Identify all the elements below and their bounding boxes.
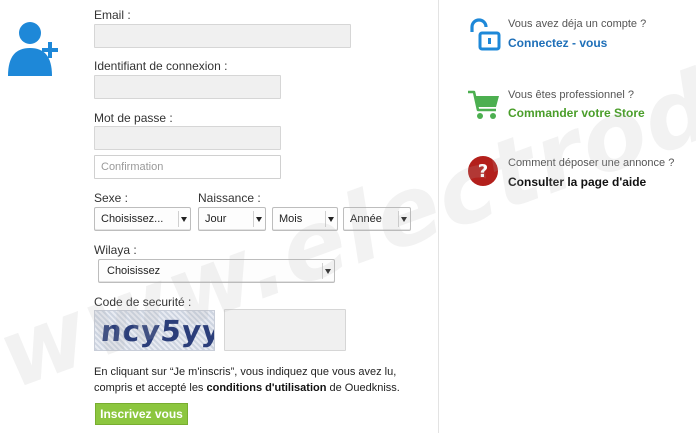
select-separator — [322, 263, 323, 279]
terms-link[interactable]: conditions d'utilisation — [207, 382, 327, 394]
birth-month-value: Mois — [279, 213, 303, 225]
captcha-input[interactable] — [224, 309, 346, 351]
help-page-link[interactable]: Consulter la page d'aide — [508, 175, 646, 189]
login-link[interactable]: Connectez - vous — [508, 36, 607, 50]
select-separator — [253, 211, 254, 227]
chevron-down-icon — [401, 217, 407, 222]
wilaya-select-value: Choisissez — [107, 265, 161, 277]
select-separator — [398, 211, 399, 227]
select-separator — [325, 211, 326, 227]
shopping-cart-icon — [468, 90, 499, 119]
chevron-down-icon — [181, 217, 187, 222]
add-user-icon — [8, 22, 58, 76]
unlock-icon — [470, 18, 501, 51]
password-label: Mot de passe : — [94, 111, 173, 125]
login-label: Identifiant de connexion : — [94, 59, 228, 73]
captcha-image: ncy5yy — [94, 310, 215, 351]
registration-form: Email : Identifiant de connexion : Mot d… — [0, 0, 438, 433]
help-subtitle: Comment déposer une annonce ? — [508, 157, 675, 169]
submit-button[interactable]: Inscrivez vous — [95, 403, 188, 425]
birth-month-select[interactable]: Mois — [272, 207, 338, 231]
security-code-label: Code de securité : — [94, 295, 192, 309]
naissance-label: Naissance : — [198, 191, 261, 205]
birth-year-value: Année — [350, 213, 382, 225]
birth-year-select[interactable]: Année — [343, 207, 411, 231]
question-icon: ? — [468, 156, 498, 186]
terms-line2-suffix: de Ouedkniss. — [326, 382, 400, 394]
password-field[interactable] — [94, 126, 281, 150]
email-label: Email : — [94, 8, 131, 22]
chevron-down-icon — [325, 269, 331, 274]
login-field[interactable] — [94, 75, 281, 99]
birth-day-select[interactable]: Jour — [198, 207, 266, 231]
terms-line1: En cliquant sur “Je m'inscris”, vous ind… — [94, 366, 397, 378]
terms-line2-prefix: compris et accepté les — [94, 382, 207, 394]
order-store-link[interactable]: Commander votre Store — [508, 106, 645, 120]
captcha-text: ncy5yy — [99, 314, 215, 348]
chevron-down-icon — [256, 217, 262, 222]
sexe-select[interactable]: Choisissez... — [94, 207, 191, 231]
birth-day-value: Jour — [205, 213, 227, 225]
pro-subtitle: Vous êtes professionnel ? — [508, 89, 634, 101]
wilaya-select[interactable]: Choisissez — [98, 259, 335, 283]
password-confirm-field[interactable] — [94, 155, 281, 179]
sexe-select-value: Choisissez... — [101, 213, 164, 225]
account-subtitle: Vous avez déja un compte ? — [508, 18, 647, 30]
svg-text:?: ? — [478, 161, 488, 182]
chevron-down-icon — [328, 217, 334, 222]
terms-text: En cliquant sur “Je m'inscris”, vous ind… — [94, 364, 434, 396]
sexe-label: Sexe : — [94, 191, 129, 205]
select-separator — [178, 211, 179, 227]
email-field[interactable] — [94, 24, 351, 48]
column-divider — [438, 0, 439, 433]
wilaya-label: Wilaya : — [94, 243, 137, 257]
